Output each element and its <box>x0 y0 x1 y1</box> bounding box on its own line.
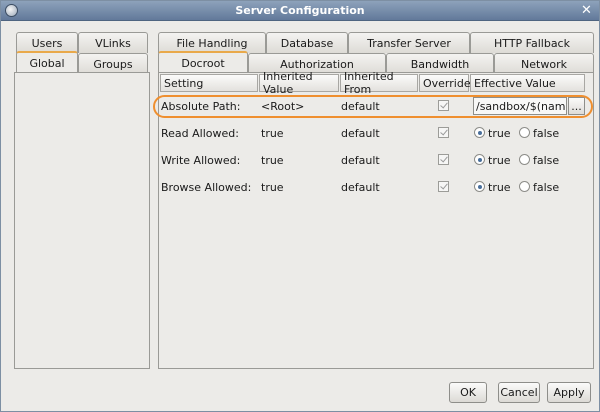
column-header-effective-value[interactable]: Effective Value <box>470 74 585 92</box>
setting-absolute-path: Absolute Path: <box>161 99 241 113</box>
radio-false[interactable] <box>519 127 530 138</box>
column-header-override[interactable]: Override <box>419 74 471 92</box>
tab-global[interactable]: Global <box>16 51 78 73</box>
radio-false[interactable] <box>519 181 530 192</box>
radio-false-label[interactable]: false <box>533 153 559 167</box>
window-menu-icon[interactable] <box>5 4 18 17</box>
setting-browse-allowed: Browse Allowed: <box>161 180 252 194</box>
tab-vlinks[interactable]: VLinks <box>78 32 148 53</box>
tab-network[interactable]: Network <box>494 53 594 74</box>
tab-docroot[interactable]: Docroot <box>158 51 248 73</box>
override-checkbox[interactable] <box>438 100 449 111</box>
column-header-setting[interactable]: Setting <box>160 74 258 92</box>
radio-true-label[interactable]: true <box>488 126 511 140</box>
ok-button[interactable]: OK <box>449 382 487 403</box>
inherited-from: default <box>341 153 380 167</box>
apply-button[interactable]: Apply <box>547 382 591 403</box>
inherited-value: <Root> <box>261 99 305 113</box>
radio-false-label[interactable]: false <box>533 180 559 194</box>
inherited-from: default <box>341 180 380 194</box>
inherited-value: true <box>261 180 284 194</box>
inherited-value: true <box>261 126 284 140</box>
override-checkbox[interactable] <box>438 154 449 165</box>
inherited-from: default <box>341 126 380 140</box>
effective-path-field[interactable]: /sandbox/$(name) <box>473 97 567 115</box>
radio-false-label[interactable]: false <box>533 126 559 140</box>
radio-true[interactable] <box>474 127 485 138</box>
tab-transfer-server[interactable]: Transfer Server <box>348 32 470 53</box>
tab-users[interactable]: Users <box>16 32 78 53</box>
tab-file-handling[interactable]: File Handling <box>158 32 266 53</box>
override-checkbox[interactable] <box>438 127 449 138</box>
tab-groups[interactable]: Groups <box>78 53 148 74</box>
radio-true-label[interactable]: true <box>488 180 511 194</box>
column-header-inherited-value[interactable]: Inherited Value <box>259 70 339 96</box>
radio-true[interactable] <box>474 154 485 165</box>
radio-false[interactable] <box>519 154 530 165</box>
left-list-panel[interactable] <box>14 72 150 369</box>
title-bar: Server Configuration ✕ <box>1 1 599 21</box>
radio-true[interactable] <box>474 181 485 192</box>
override-checkbox[interactable] <box>438 181 449 192</box>
browse-button[interactable]: ... <box>568 97 585 115</box>
inherited-value: true <box>261 153 284 167</box>
tab-http-fallback[interactable]: HTTP Fallback <box>470 32 594 53</box>
docroot-panel <box>158 72 594 369</box>
close-icon[interactable]: ✕ <box>579 3 594 18</box>
tab-database[interactable]: Database <box>266 32 348 53</box>
server-configuration-window: Server Configuration ✕ Users VLinks Glob… <box>0 0 600 412</box>
cancel-button[interactable]: Cancel <box>498 382 540 403</box>
inherited-from: default <box>341 99 380 113</box>
radio-true-label[interactable]: true <box>488 153 511 167</box>
column-header-inherited-from[interactable]: Inherited From <box>340 70 418 96</box>
window-title: Server Configuration <box>235 4 365 17</box>
setting-write-allowed: Write Allowed: <box>161 153 241 167</box>
setting-read-allowed: Read Allowed: <box>161 126 239 140</box>
